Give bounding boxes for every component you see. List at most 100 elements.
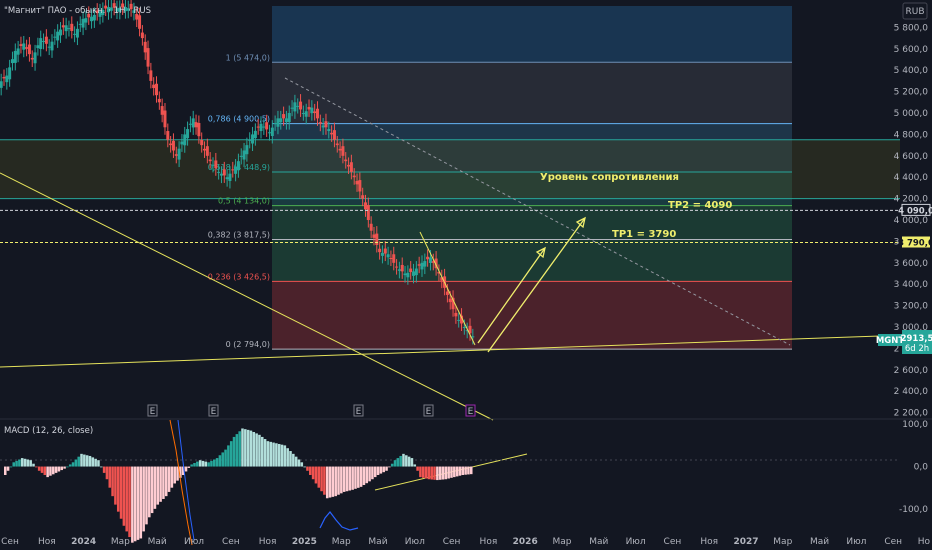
candle-body (358, 180, 362, 192)
candle-body (19, 44, 23, 46)
macd-histogram-bar (164, 466, 168, 497)
candle-body (183, 134, 187, 146)
macd-histogram-bar (100, 466, 103, 468)
price-tag-tp2[interactable]: 4 090,0 (898, 203, 932, 216)
macd-histogram-bar (60, 466, 64, 471)
candle-body (163, 110, 167, 128)
macd-histogram-bar (277, 443, 281, 467)
macd-histogram-bar (241, 428, 244, 467)
candle-body (67, 28, 71, 30)
candle-body (290, 107, 294, 109)
fib-zone-blue (272, 6, 792, 63)
candle-body (307, 106, 311, 110)
fib-level-label: 0 (2 794,0) (226, 340, 270, 349)
macd-histogram-bar (275, 443, 278, 467)
stock-chart[interactable]: 1 (5 474,0)0,786 (4 900,5)0,618 (4 448,9… (0, 0, 932, 550)
candle-body (318, 122, 322, 124)
macd-histogram-bar (416, 466, 419, 471)
candle-body (234, 166, 238, 174)
macd-histogram-bar (85, 455, 89, 467)
resistance-zone[interactable] (0, 139, 900, 199)
macd-histogram-bar (444, 466, 448, 480)
macd-histogram-bar (331, 466, 335, 497)
tp2-annotation: TP2 = 4090 (668, 200, 732, 211)
candle-body (160, 106, 164, 115)
macd-histogram-bar (455, 466, 459, 477)
price-tick-label: 5 600,0 (894, 45, 929, 55)
macd-histogram-bar (88, 455, 92, 467)
candle-body (239, 155, 243, 157)
time-tick-label: Ноя (480, 537, 498, 547)
macd-histogram-bar (54, 466, 58, 473)
macd-histogram-bar (150, 466, 154, 514)
macd-histogram-bar (235, 434, 239, 467)
macd-histogram-bar (102, 466, 106, 473)
candle-body (428, 257, 432, 264)
macd-histogram-bar (37, 466, 41, 471)
macd-histogram-bar (26, 459, 30, 467)
candle-body (2, 76, 6, 79)
macd-tick-label: -100,0 (899, 505, 928, 515)
time-tick-label: Сен (222, 537, 240, 547)
macd-histogram-bar (111, 466, 114, 497)
candle-body (228, 173, 232, 181)
macd-histogram-bar (351, 466, 354, 490)
last-price-badge[interactable]: 2913,5 6d 2h (901, 330, 932, 354)
time-tick-label: Июл (626, 537, 646, 547)
macd-histogram-bar (215, 458, 219, 467)
candle-body (186, 129, 190, 139)
candle-body (73, 33, 77, 35)
macd-histogram-bar (365, 466, 369, 484)
candle-body (369, 223, 373, 231)
macd-histogram-bar (246, 429, 250, 467)
macd-histogram-bar (309, 466, 312, 475)
candle-body (236, 161, 240, 171)
price-tick-label: 5 800,0 (894, 23, 929, 33)
macd-histogram-bar (77, 456, 80, 467)
macd-histogram-bar (390, 463, 394, 467)
tp1-annotation: TP1 = 3790 (612, 229, 676, 240)
candle-body (56, 31, 60, 41)
price-tag-tp1-label: 3 790,0 (898, 238, 932, 248)
macd-histogram-bar (427, 466, 431, 480)
candle-body (138, 15, 142, 29)
candle-body (332, 130, 336, 140)
candle-body (321, 125, 325, 128)
price-tag-tp1[interactable]: 3 790,0 (898, 236, 932, 248)
candle-body (208, 159, 212, 162)
macd-histogram-bar (311, 466, 315, 480)
candle-body (64, 25, 68, 32)
macd-histogram-bar (323, 466, 326, 495)
candle-body (203, 148, 207, 151)
macd-histogram-bar (320, 466, 323, 492)
macd-tick-label: 0,0 (914, 463, 929, 473)
macd-histogram-bar (20, 458, 24, 467)
candle-body (61, 25, 65, 28)
macd-histogram-bar (224, 449, 227, 467)
candle-body (259, 123, 263, 132)
macd-histogram-bar (255, 433, 258, 467)
time-tick-label: 2027 (733, 537, 758, 547)
candle-body (149, 70, 153, 81)
candle-body (27, 44, 31, 55)
macd-histogram-bar (249, 430, 253, 467)
macd-histogram-bar (196, 461, 199, 467)
candle-body (301, 113, 305, 115)
macd-histogram-bar (334, 466, 337, 497)
candle-body (355, 180, 359, 185)
candle-body (389, 258, 393, 260)
currency-button[interactable]: RUB (902, 2, 928, 20)
macd-histogram-bar (52, 466, 55, 475)
time-tick-label: Май (810, 537, 829, 547)
macd-histogram-bar (405, 455, 408, 467)
macd-histogram-bar (212, 459, 216, 467)
price-tick-label: 3 200,0 (894, 302, 929, 312)
macd-histogram-bar (328, 466, 332, 498)
candle-body (423, 261, 427, 267)
macd-histogram-bar (201, 460, 205, 467)
candle-body (293, 102, 297, 112)
macd-histogram-bar (136, 466, 140, 540)
macd-histogram-bar (345, 466, 349, 492)
macd-histogram-bar (221, 452, 224, 467)
candle-body (420, 262, 424, 270)
